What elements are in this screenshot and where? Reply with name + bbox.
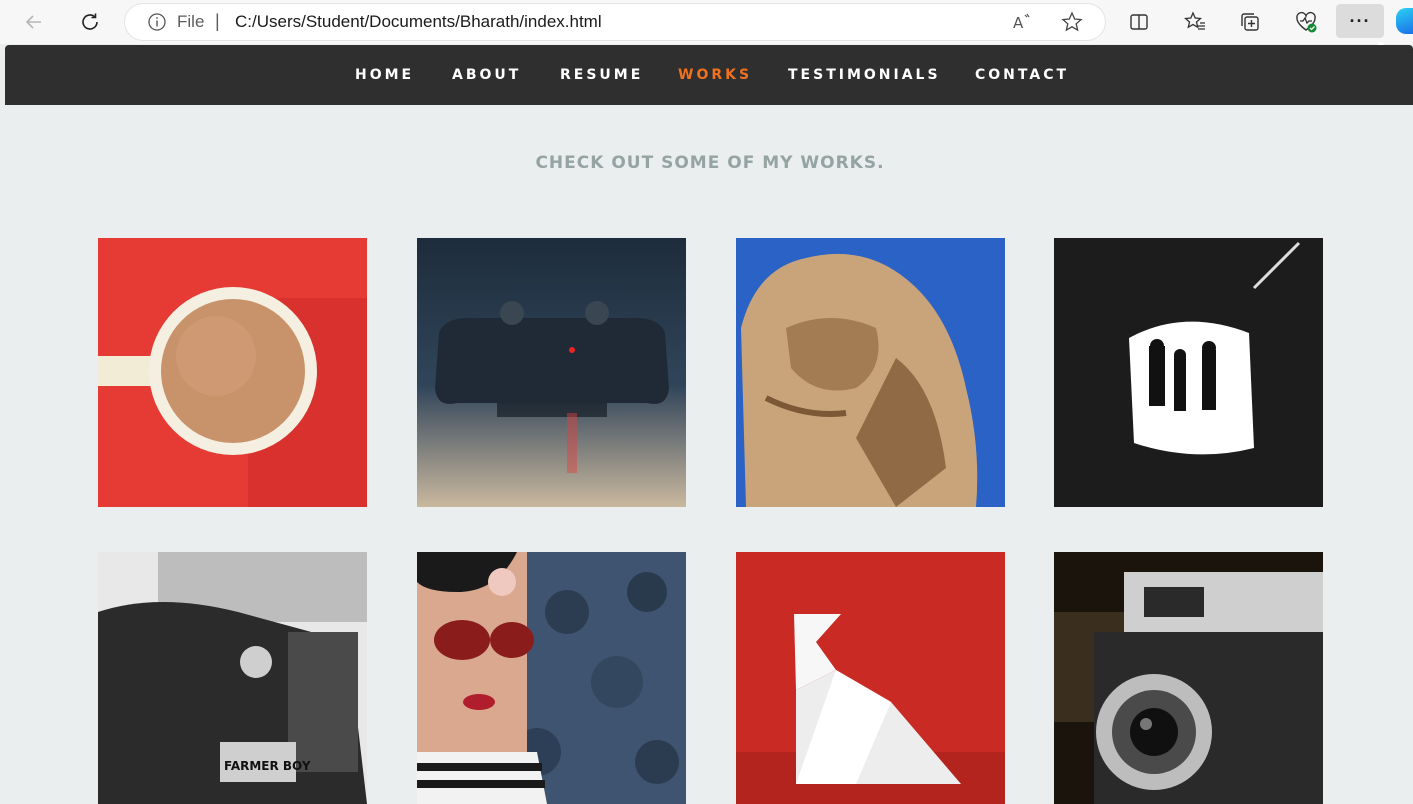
nav-resume[interactable]: RESUME <box>560 67 643 83</box>
nav-about[interactable]: ABOUT <box>452 67 521 83</box>
split-screen-icon[interactable] <box>1123 6 1155 38</box>
portfolio-item-coffee-cup[interactable] <box>98 238 367 507</box>
portfolio-item-vintage-camera[interactable] <box>1054 552 1323 804</box>
nav-works[interactable]: WORKS <box>678 67 752 83</box>
nav-contact[interactable]: CONTACT <box>975 67 1069 83</box>
portfolio-item-vintage-car[interactable]: FARMER BOY <box>98 552 367 804</box>
back-arrow-icon[interactable] <box>18 6 50 38</box>
favorites-icon[interactable] <box>1179 6 1211 38</box>
nav-testimonials[interactable]: TESTIMONIALS <box>788 67 941 83</box>
read-aloud-icon[interactable]: A <box>1011 11 1033 38</box>
svg-text:FARMER BOY: FARMER BOY <box>224 759 311 773</box>
address-prefix: File <box>177 12 205 31</box>
info-icon[interactable] <box>147 12 167 37</box>
svg-text:A: A <box>1013 14 1024 32</box>
portfolio-item-origami-bird[interactable] <box>736 552 1005 804</box>
more-icon[interactable]: ··· <box>1336 4 1384 38</box>
browser-essentials-icon[interactable] <box>1290 6 1322 38</box>
collections-icon[interactable] <box>1234 6 1266 38</box>
portfolio-item-cave-silhouettes[interactable] <box>1054 238 1323 507</box>
browser-toolbar: File | C:/Users/Student/Documents/Bharat… <box>0 0 1413 48</box>
favorite-star-icon[interactable] <box>1061 11 1083 38</box>
address-url[interactable]: C:/Users/Student/Documents/Bharath/index… <box>235 12 602 32</box>
address-separator: | <box>215 11 220 31</box>
nav-home[interactable]: HOME <box>355 67 414 83</box>
works-heading: CHECK OUT SOME OF MY WORKS. <box>535 153 885 173</box>
portfolio-item-lion-statue[interactable] <box>736 238 1005 507</box>
refresh-icon[interactable] <box>74 6 106 38</box>
works-section: CHECK OUT SOME OF MY WORKS. FARMER BOY <box>5 105 1413 804</box>
portfolio-item-game-controller[interactable] <box>417 238 686 507</box>
address-bar[interactable]: File | C:/Users/Student/Documents/Bharat… <box>125 4 1105 40</box>
copilot-icon[interactable] <box>1396 8 1413 34</box>
portfolio-item-woman-sunglasses[interactable] <box>417 552 686 804</box>
site-navbar: HOME ABOUT RESUME WORKS TESTIMONIALS CON… <box>5 45 1413 105</box>
